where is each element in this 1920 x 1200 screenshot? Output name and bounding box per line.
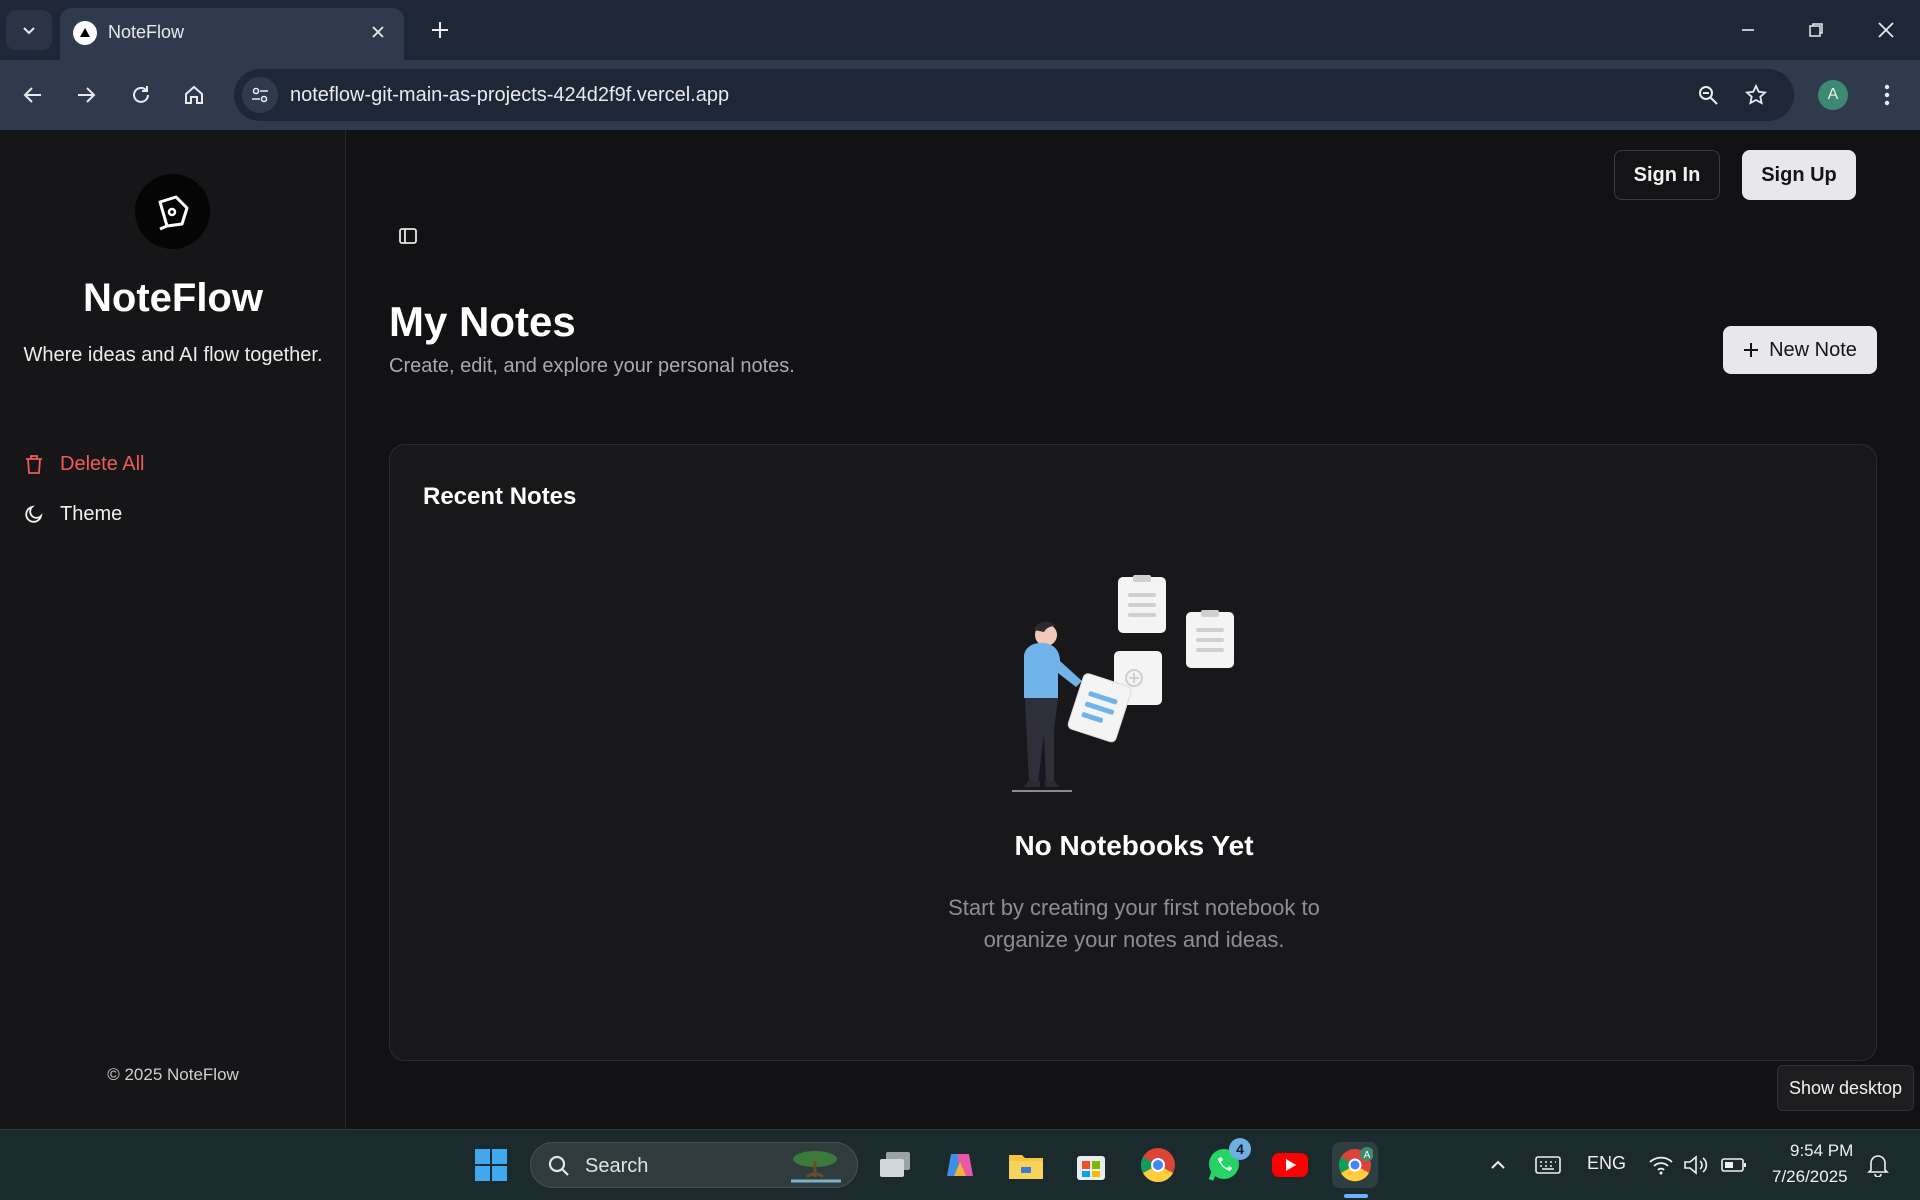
sidebar: NoteFlow Where ideas and AI flow togethe…: [0, 130, 346, 1129]
file-explorer-icon[interactable]: [1003, 1142, 1049, 1188]
new-note-label: New Note: [1769, 338, 1857, 361]
moon-icon: [20, 500, 48, 528]
clock-time[interactable]: 9:54 PM: [1790, 1141, 1853, 1161]
sidebar-item-theme[interactable]: Theme: [20, 496, 122, 532]
active-app-indicator: [1344, 1194, 1368, 1198]
browser-tab[interactable]: NoteFlow: [60, 8, 404, 60]
zoom-icon[interactable]: [1692, 79, 1724, 111]
microsoft-store-icon[interactable]: [1068, 1142, 1114, 1188]
bonsai-tree-icon: [791, 1151, 841, 1183]
tab-search-button[interactable]: [6, 10, 52, 50]
browser-toolbar: noteflow-git-main-as-projects-424d2f9f.v…: [0, 60, 1920, 130]
trash-icon: [20, 450, 48, 478]
minimize-icon: [1742, 29, 1754, 31]
brand-name: NoteFlow: [83, 276, 263, 320]
search-icon: [548, 1155, 569, 1176]
clock-date[interactable]: 7/26/2025: [1772, 1167, 1848, 1187]
new-note-button[interactable]: New Note: [1723, 326, 1877, 374]
search-placeholder: Search: [585, 1155, 649, 1177]
battery-icon[interactable]: [1713, 1142, 1755, 1188]
home-button[interactable]: [175, 76, 213, 114]
forward-button[interactable]: [67, 76, 105, 114]
plus-icon: [1744, 343, 1759, 357]
panel-left-icon: [399, 228, 417, 244]
recent-notes-title: Recent Notes: [423, 483, 577, 510]
notification-badge: 4: [1229, 1138, 1251, 1160]
minimize-button[interactable]: [1726, 10, 1770, 50]
pen-nib-icon: [158, 195, 188, 230]
clipboard-note-icon: [1118, 575, 1166, 633]
chevron-down-icon: [23, 27, 35, 35]
tab-close-icon[interactable]: [366, 20, 390, 44]
reload-button[interactable]: [122, 76, 160, 114]
sidebar-item-delete-all[interactable]: Delete All: [20, 446, 145, 482]
arrow-left-icon: [23, 87, 41, 103]
svg-text:A: A: [1364, 1150, 1371, 1161]
close-icon: [1878, 22, 1894, 38]
plus-icon: [432, 22, 448, 38]
chrome-icon[interactable]: [1135, 1142, 1181, 1188]
reload-icon: [133, 86, 149, 103]
browser-menu-icon[interactable]: [1870, 78, 1904, 112]
volume-icon[interactable]: [1675, 1142, 1717, 1188]
page-title: My Notes: [389, 298, 576, 345]
bookmark-star-icon[interactable]: [1740, 79, 1772, 111]
restore-icon: [1809, 23, 1823, 37]
clipboard-note-icon: [1186, 610, 1234, 668]
sidebar-item-label: Theme: [60, 502, 123, 525]
new-tab-button[interactable]: [424, 14, 456, 46]
task-view-icon[interactable]: [872, 1142, 918, 1188]
person-figure: [1012, 621, 1082, 792]
copyright-text: © 2025 NoteFlow: [107, 1065, 239, 1084]
chevron-up-icon[interactable]: [1478, 1142, 1518, 1188]
app-page: NoteFlow Where ideas and AI flow togethe…: [0, 130, 1920, 1129]
page-subtitle: Create, edit, and explore your personal …: [389, 355, 795, 377]
chrome-profile-active-icon[interactable]: A: [1332, 1142, 1378, 1188]
keyboard-icon[interactable]: [1526, 1142, 1570, 1188]
arrow-right-icon: [78, 87, 96, 103]
vercel-favicon-icon: [73, 21, 97, 45]
taskbar-search[interactable]: Search: [530, 1142, 858, 1188]
address-bar[interactable]: noteflow-git-main-as-projects-424d2f9f.v…: [234, 69, 1794, 121]
show-desktop-tooltip: Show desktop: [1777, 1065, 1914, 1111]
noteflow-logo: [135, 174, 210, 249]
copilot-icon[interactable]: [937, 1142, 983, 1188]
empty-state-description: Start by creating your first notebook to…: [948, 895, 1320, 952]
windows-start-icon[interactable]: [468, 1142, 514, 1188]
sidebar-toggle-button[interactable]: [392, 220, 424, 252]
windows-taskbar: Search 4 A ENG 9:54 PM 7/26/2025: [0, 1129, 1920, 1200]
sign-up-button[interactable]: Sign Up: [1742, 150, 1856, 200]
browser-tab-bar: NoteFlow: [0, 0, 1920, 60]
site-settings-icon[interactable]: [242, 77, 278, 113]
youtube-icon[interactable]: [1267, 1142, 1313, 1188]
whatsapp-icon[interactable]: 4: [1201, 1138, 1251, 1188]
empty-state-title: No Notebooks Yet: [1014, 830, 1254, 861]
language-indicator[interactable]: ENG: [1587, 1153, 1626, 1174]
empty-notes-illustration: [1012, 575, 1234, 792]
close-window-button[interactable]: [1864, 10, 1908, 50]
notification-bell-icon[interactable]: [1860, 1142, 1896, 1188]
home-icon: [185, 85, 203, 104]
url-text: noteflow-git-main-as-projects-424d2f9f.v…: [290, 84, 730, 106]
profile-avatar[interactable]: A: [1818, 80, 1848, 110]
tab-title: NoteFlow: [108, 22, 185, 42]
sidebar-item-label: Delete All: [60, 452, 145, 475]
restore-button[interactable]: [1794, 10, 1838, 50]
recent-notes-card: Recent Notes No Notebooks Yet Start by c…: [389, 444, 1877, 1061]
back-button[interactable]: [14, 76, 52, 114]
sign-in-button[interactable]: Sign In: [1614, 150, 1720, 200]
brand-tagline: Where ideas and AI flow together.: [23, 344, 323, 366]
